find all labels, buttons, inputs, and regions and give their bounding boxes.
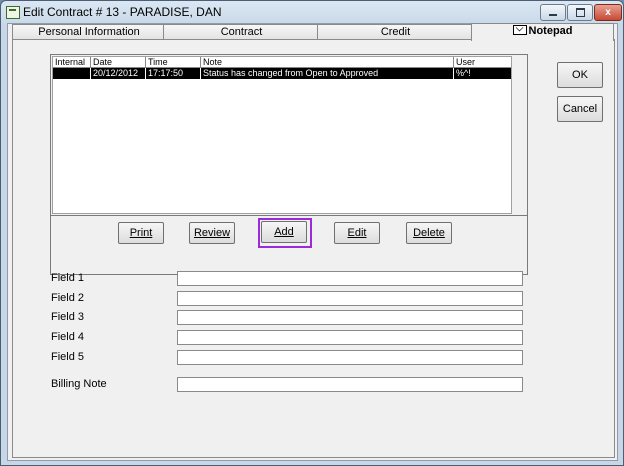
maximize-button[interactable] [567, 4, 593, 21]
field-2-label: Field 2 [51, 292, 85, 304]
close-icon: x [605, 7, 611, 18]
cancel-button[interactable]: Cancel [557, 96, 603, 122]
cell-user: %^! [456, 68, 471, 78]
tab-personal-information[interactable]: Personal Information [12, 24, 166, 40]
tab-notepad[interactable]: Notepad [471, 23, 614, 41]
column-header-note[interactable]: Note [201, 57, 454, 67]
title-bar[interactable]: Edit Contract # 13 - PARADISE, DAN x [1, 1, 623, 23]
billing-note-input[interactable] [177, 377, 523, 392]
minimize-button[interactable] [540, 4, 566, 21]
app-icon [6, 6, 20, 19]
cell-note: Status has changed from Open to Approved [201, 68, 454, 79]
notes-grid-header: Internal Date Time Note User [53, 57, 511, 68]
print-button[interactable]: Print [118, 222, 164, 244]
field-1-input[interactable] [177, 271, 523, 286]
field-4-input[interactable] [177, 330, 523, 345]
column-header-date[interactable]: Date [91, 57, 146, 67]
notes-groupbox: Internal Date Time Note User 20/12/2012 … [50, 54, 528, 275]
notes-grid[interactable]: Internal Date Time Note User 20/12/2012 … [52, 56, 512, 214]
field-3-label: Field 3 [51, 311, 85, 323]
tab-label: Contract [220, 26, 263, 38]
notepad-panel: Internal Date Time Note User 20/12/2012 … [12, 39, 615, 458]
envelope-icon [512, 25, 527, 35]
tab-strip: Personal Information Contract Credit Not… [12, 23, 614, 41]
delete-button[interactable]: Delete [406, 222, 452, 244]
field-1-label: Field 1 [51, 272, 85, 284]
ok-button[interactable]: OK [557, 62, 603, 88]
close-button[interactable]: x [594, 4, 622, 21]
field-2-input[interactable] [177, 291, 523, 306]
dialog-client-area: Personal Information Contract Credit Not… [7, 23, 618, 461]
table-row[interactable]: 20/12/2012 17:17:50 Status has changed f… [53, 68, 511, 79]
tab-label: Notepad [528, 25, 573, 37]
billing-note-label: Billing Note [51, 378, 107, 390]
column-header-user[interactable]: User [454, 57, 511, 67]
cell-time: 17:17:50 [146, 68, 201, 79]
window-title: Edit Contract # 13 - PARADISE, DAN [23, 5, 222, 19]
field-3-input[interactable] [177, 310, 523, 325]
review-button[interactable]: Review [189, 222, 235, 244]
tab-label: Credit [380, 26, 411, 38]
column-header-time[interactable]: Time [146, 57, 201, 67]
cell-date: 20/12/2012 [91, 68, 146, 79]
edit-button[interactable]: Edit [334, 222, 380, 244]
notes-button-bar: Print Review Add Edit Delete [51, 215, 527, 251]
tab-credit[interactable]: Credit [317, 24, 474, 40]
add-button[interactable]: Add [261, 221, 307, 243]
minimize-icon [549, 14, 557, 16]
cell-internal [53, 68, 91, 79]
maximize-icon [576, 8, 585, 17]
field-5-input[interactable] [177, 350, 523, 365]
tab-contract[interactable]: Contract [163, 24, 320, 40]
field-4-label: Field 4 [51, 331, 85, 343]
edit-contract-window: Edit Contract # 13 - PARADISE, DAN x Per… [0, 0, 624, 466]
column-header-internal[interactable]: Internal [53, 57, 91, 67]
tab-label: Personal Information [38, 26, 140, 38]
field-5-label: Field 5 [51, 351, 85, 363]
